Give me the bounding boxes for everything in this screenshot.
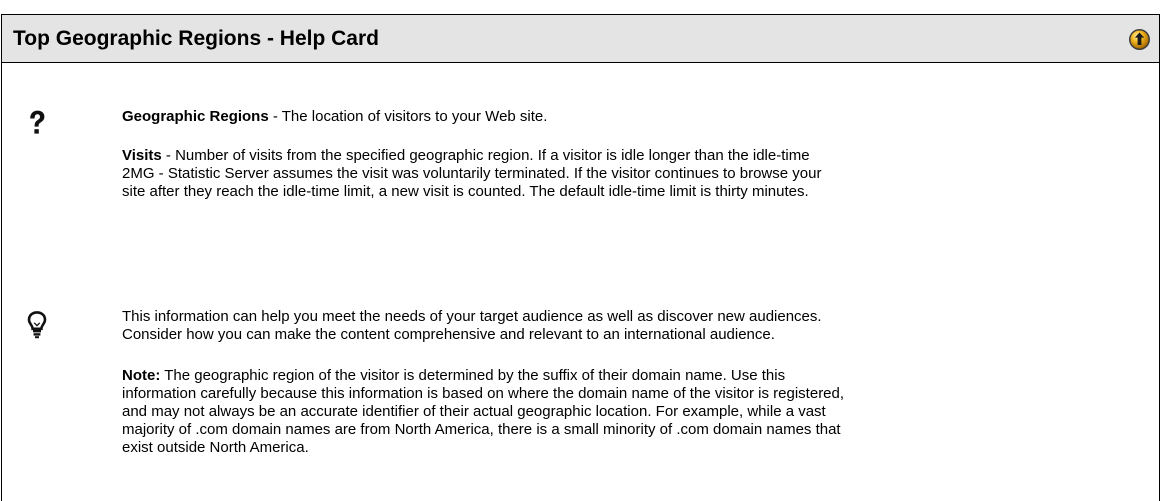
- note-line-5: exist outside North America.: [122, 439, 309, 456]
- up-arrow-circle-icon: [1129, 29, 1150, 50]
- title-bar: Top Geographic Regions - Help Card: [2, 15, 1159, 63]
- visits-term: Visits: [122, 147, 162, 164]
- page-title: Top Geographic Regions - Help Card: [13, 27, 379, 50]
- note-line-4: majority of .com domain names are from N…: [122, 421, 841, 438]
- visits-definition: Visits - Number of visits from the speci…: [122, 147, 1122, 201]
- note-text: Note: The geographic region of the visit…: [122, 367, 1122, 457]
- visits-line-2: 2MG - Statistic Server assumes the visit…: [122, 165, 822, 182]
- visits-line-3: site after they reach the idle-time limi…: [122, 183, 809, 200]
- geographic-regions-definition: Geographic Regions - The location of vis…: [122, 108, 1122, 126]
- visits-line-1: Visits - Number of visits from the speci…: [122, 147, 810, 164]
- geographic-regions-term: Geographic Regions: [122, 108, 269, 125]
- note-label: Note:: [122, 367, 161, 384]
- note-line-2: information carefully because this infor…: [122, 385, 845, 402]
- help-card: Top Geographic Regions - Help Card Geogr…: [1, 14, 1160, 501]
- light-bulb-icon: [26, 310, 48, 340]
- back-to-top-button[interactable]: [1128, 28, 1151, 51]
- tip-line-1: This information can help you meet the n…: [122, 308, 822, 325]
- note-line-1: Note: The geographic region of the visit…: [122, 367, 786, 384]
- question-mark-icon: [26, 109, 48, 139]
- geographic-regions-text: - The location of visitors to your Web s…: [268, 108, 548, 125]
- tip-text: This information can help you meet the n…: [122, 308, 1122, 344]
- tip-line-2: Consider how you can make the content co…: [122, 326, 775, 343]
- note-line-3: and may not always be an accurate identi…: [122, 403, 826, 420]
